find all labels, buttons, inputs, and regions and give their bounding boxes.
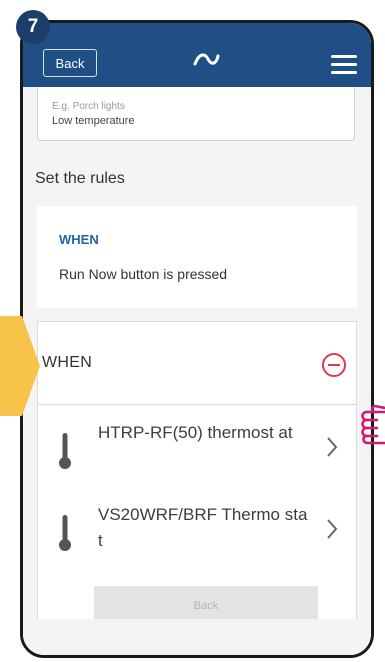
back-button[interactable]: Back [43,49,97,77]
step-number-badge: 7 [16,10,50,44]
rule-name-value: Low temperature [52,115,135,127]
device-label-htrp: HTRP-RF(50) thermost at [98,423,293,442]
device-label-vs20: VS20WRF/BRF Thermo stat [98,505,308,550]
thermometer-icon [59,433,71,469]
chevron-right-icon [327,437,338,457]
set-rules-heading: Set the rules [35,170,125,187]
rule-editor: E.g. Porch lights Low temperature Set th… [23,87,371,655]
thermometer-icon [59,515,71,551]
bottom-strip [23,619,371,655]
tapping-hand-icon [361,404,385,445]
when-condition-label: WHEN [59,232,99,247]
chevron-right-icon [327,519,338,539]
phone-screen: Back E.g. Porch lights Low temperature S… [20,20,374,658]
rule-name-field[interactable]: E.g. Porch lights Low temperature [37,87,355,141]
when-selection-panel: WHEN HTRP-RF(50) thermost at VS20WRF/BRF… [37,321,357,655]
when-condition-card[interactable]: WHEN Run Now button is pressed [37,206,357,308]
when-panel-header: WHEN [38,322,356,405]
when-panel-title: WHEN [42,354,93,371]
app-header: Back [23,23,371,87]
remove-condition-icon[interactable] [322,353,346,377]
rule-name-placeholder: E.g. Porch lights [52,101,125,112]
device-item-htrp[interactable]: HTRP-RF(50) thermost at [38,406,356,488]
device-item-vs20[interactable]: VS20WRF/BRF Thermo stat [38,488,356,570]
step-number: 7 [27,16,39,37]
app-logo-icon [193,53,220,66]
hamburger-menu-icon[interactable] [331,55,357,75]
when-condition-text: Run Now button is pressed [59,266,228,282]
